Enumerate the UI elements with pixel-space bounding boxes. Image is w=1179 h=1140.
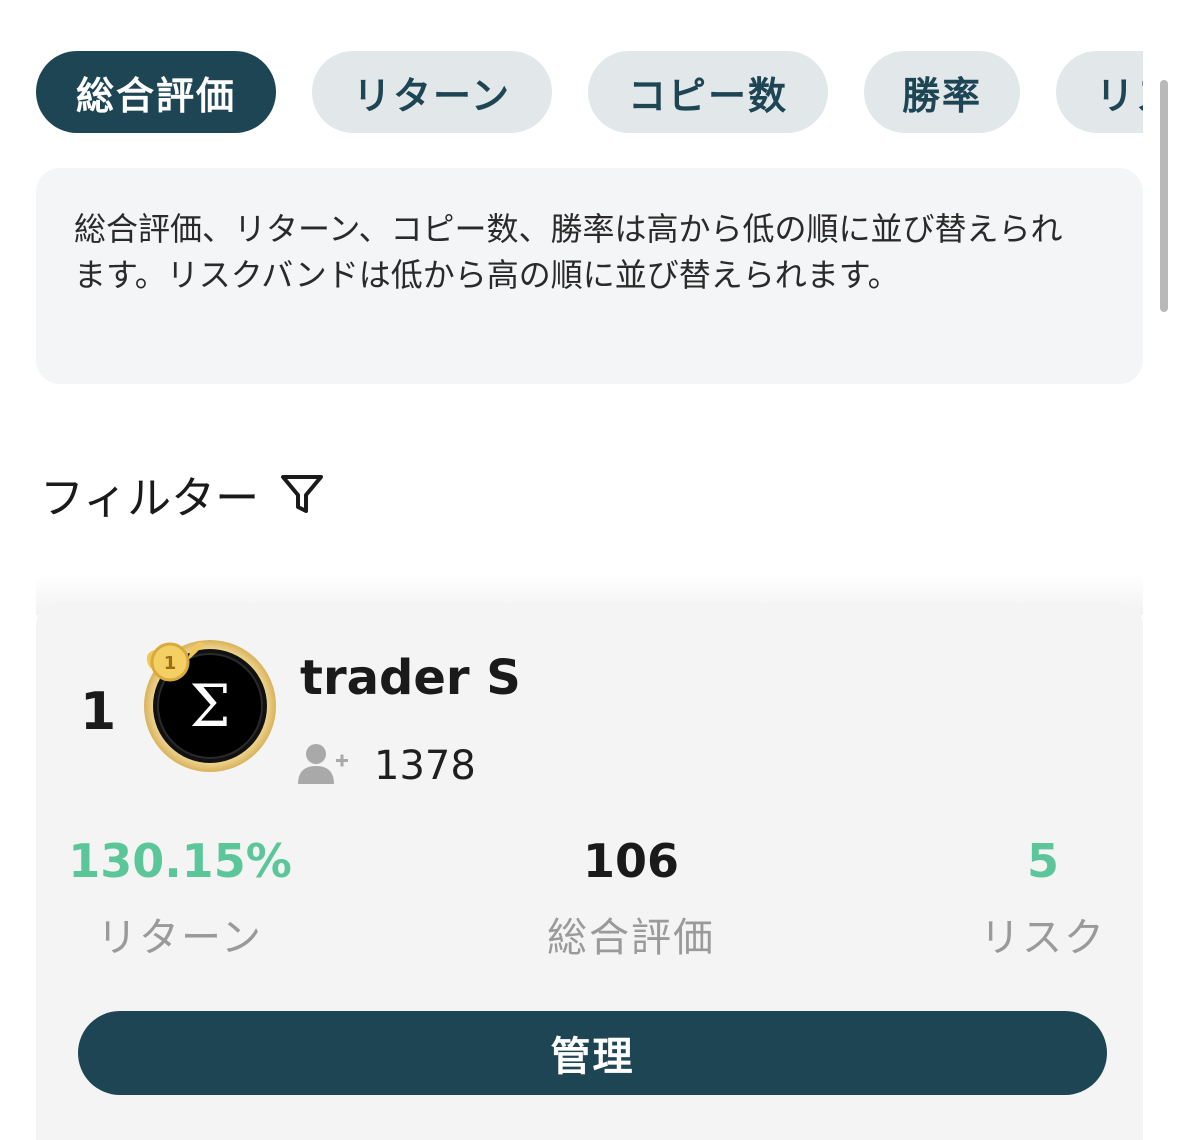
risk-label: リスク [980, 915, 1106, 961]
sort-tabs: 総合評価 リターン コピー数 勝率 リス [36, 51, 1143, 133]
user-plus-icon [298, 742, 348, 790]
return-value: 130.15% [68, 834, 292, 888]
svg-text:1: 1 [164, 653, 177, 674]
tab-copy-count[interactable]: コピー数 [588, 51, 828, 133]
copy-count-row: 1378 [298, 738, 476, 794]
filter-label: フィルター [40, 473, 260, 524]
tab-overall-rating[interactable]: 総合評価 [36, 51, 276, 133]
filter-button[interactable]: フィルター [40, 462, 325, 526]
tab-return[interactable]: リターン [312, 51, 552, 133]
manage-button[interactable]: 管理 [78, 1011, 1107, 1095]
scrollbar[interactable] [1160, 80, 1168, 312]
tab-risk[interactable]: リス [1056, 51, 1143, 133]
trader-name[interactable]: trader S [300, 650, 521, 706]
return-label: リターン [97, 915, 263, 961]
copy-trading-ranking-screen: 総合評価 リターン コピー数 勝率 リス 総合評価、リターン、コピー数、勝率は高… [0, 0, 1179, 1140]
risk-value: 5 [1026, 834, 1059, 888]
overall-rating-label: 総合評価 [547, 915, 715, 961]
tab-win-rate[interactable]: 勝率 [864, 51, 1020, 133]
sort-description-text: 総合評価、リターン、コピー数、勝率は高から低の順に並び替えられます。リスクバンド… [74, 210, 1063, 294]
sort-description-box: 総合評価、リターン、コピー数、勝率は高から低の順に並び替えられます。リスクバンド… [36, 168, 1143, 384]
overall-rating-value: 106 [582, 834, 680, 888]
rank-number: 1 [80, 682, 117, 742]
copy-count: 1378 [374, 743, 476, 789]
funnel-icon [279, 471, 325, 517]
svg-text:Σ: Σ [189, 672, 230, 740]
avatar[interactable]: Σ 1 [132, 630, 282, 780]
